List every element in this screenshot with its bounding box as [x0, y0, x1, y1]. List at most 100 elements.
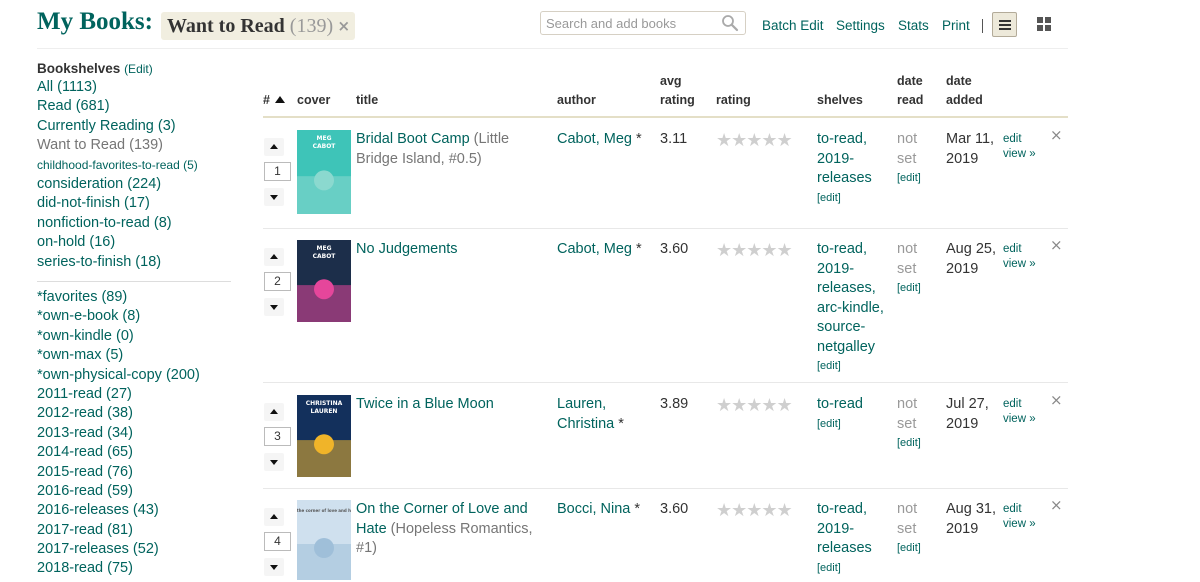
rating-stars[interactable]: ★★★★★	[716, 130, 793, 150]
book-author-link[interactable]: Bocci, Nina *	[557, 500, 652, 520]
sidebar-tag-shelf-3[interactable]: *own-max (5)	[37, 346, 200, 365]
view-review-link[interactable]: view »	[1003, 517, 1036, 532]
position-input[interactable]: 3	[264, 427, 291, 446]
col-header-shelves[interactable]: shelves	[817, 91, 863, 110]
col-header-author[interactable]: author	[557, 91, 596, 110]
edit-date-read-link[interactable]: [edit]	[897, 434, 931, 453]
sidebar-tag-shelf-12[interactable]: 2017-read (81)	[37, 521, 200, 540]
view-review-link[interactable]: view »	[1003, 147, 1036, 162]
shelves-link[interactable]: to-read, 2019-releases	[817, 130, 889, 189]
position-input[interactable]: 2	[264, 272, 291, 291]
move-up-button[interactable]	[264, 508, 284, 526]
shelves-cell: to-read, 2019-releases, arc-kindle, sour…	[817, 240, 889, 376]
edit-date-read-link[interactable]: [edit]	[897, 539, 931, 558]
sidebar-shelf-0[interactable]: All (1113)	[37, 78, 198, 97]
sidebar-shelf-5[interactable]: consideration (224)	[37, 175, 198, 194]
search-input[interactable]	[546, 14, 716, 32]
rating-stars[interactable]: ★★★★★	[716, 240, 793, 260]
book-title-link[interactable]: Twice in a Blue Moon	[356, 396, 494, 412]
book-author-link[interactable]: Lauren, Christina *	[557, 395, 652, 434]
sidebar-shelf-9[interactable]: series-to-finish (18)	[37, 253, 198, 272]
shelves-link[interactable]: to-read	[817, 395, 889, 415]
list-view-icon[interactable]	[992, 12, 1017, 37]
edit-shelves-link[interactable]: [edit]	[817, 189, 889, 208]
sidebar-shelf-7[interactable]: nonfiction-to-read (8)	[37, 214, 198, 233]
edit-date-read-link[interactable]: [edit]	[897, 279, 931, 298]
shelves-link[interactable]: to-read, 2019-releases, arc-kindle, sour…	[817, 240, 889, 357]
move-down-button[interactable]	[264, 453, 284, 471]
grid-view-icon[interactable]	[1037, 17, 1053, 33]
remove-book-icon[interactable]: ×	[1050, 236, 1063, 254]
book-cover-image[interactable]: CHRISTINALAURENTWICE IN A BLUE MOON	[297, 395, 351, 477]
edit-shelves-link[interactable]: [edit]	[817, 559, 889, 578]
sidebar-tag-shelf-5[interactable]: 2011-read (27)	[37, 385, 200, 404]
search-icon[interactable]	[721, 14, 739, 32]
rating-stars[interactable]: ★★★★★	[716, 500, 793, 520]
book-title-link[interactable]: No Judgements	[356, 241, 458, 257]
move-down-button[interactable]	[264, 298, 284, 316]
print-link[interactable]: Print	[942, 18, 970, 33]
position-input[interactable]: 4	[264, 532, 291, 551]
move-down-button[interactable]	[264, 558, 284, 576]
edit-review-link[interactable]: edit	[1003, 397, 1036, 412]
remove-book-icon[interactable]: ×	[1050, 496, 1063, 514]
sidebar-tag-shelf-6[interactable]: 2012-read (38)	[37, 404, 200, 423]
col-header-cover[interactable]: cover	[297, 91, 330, 110]
sidebar-shelf-4[interactable]: childhood-favorites-to-read (5)	[37, 156, 198, 175]
sidebar-tag-shelf-4[interactable]: *own-physical-copy (200)	[37, 366, 200, 385]
date-read-value: not set	[897, 131, 918, 167]
edit-shelves-link[interactable]: [edit]	[817, 357, 889, 376]
sidebar-tag-shelf-8[interactable]: 2014-read (65)	[37, 443, 200, 462]
col-header-date-read[interactable]: date read	[897, 72, 923, 110]
sidebar-shelf-3[interactable]: Want to Read (139)	[37, 136, 198, 155]
col-header-avg-rating[interactable]: avg rating	[660, 72, 695, 110]
page-title[interactable]: My Books:	[37, 8, 153, 36]
primary-shelf-list: All (1113) Read (681) Currently Reading (3…	[37, 78, 198, 272]
sidebar-shelf-2[interactable]: Currently Reading (3)	[37, 117, 198, 136]
book-author-link[interactable]: Cabot, Meg *	[557, 240, 652, 260]
col-header-date-added[interactable]: date added	[946, 72, 983, 110]
sort-asc-icon[interactable]	[275, 96, 286, 103]
edit-date-read-link[interactable]: [edit]	[897, 169, 931, 188]
col-header-position[interactable]: #	[263, 91, 286, 110]
sidebar-tag-shelf-11[interactable]: 2016-releases (43)	[37, 501, 200, 520]
sidebar-shelf-8[interactable]: on-hold (16)	[37, 233, 198, 252]
move-up-button[interactable]	[264, 403, 284, 421]
col-header-title[interactable]: title	[356, 91, 378, 110]
book-cover-image[interactable]: MEGCABOTBRIDAL BOOT CAMP	[297, 130, 351, 214]
book-author-link[interactable]: Cabot, Meg *	[557, 130, 652, 150]
sidebar-tag-shelf-9[interactable]: 2015-read (76)	[37, 463, 200, 482]
sidebar-tag-shelf-0[interactable]: *favorites (89)	[37, 288, 200, 307]
sidebar-shelf-6[interactable]: did-not-finish (17)	[37, 194, 198, 213]
edit-review-link[interactable]: edit	[1003, 242, 1036, 257]
shelves-link[interactable]: to-read, 2019-releases	[817, 500, 889, 559]
view-review-link[interactable]: view »	[1003, 412, 1036, 427]
sidebar-tag-shelf-14[interactable]: 2018-read (75)	[37, 559, 200, 578]
view-review-link[interactable]: view »	[1003, 257, 1036, 272]
rating-stars[interactable]: ★★★★★	[716, 395, 793, 415]
sidebar-tag-shelf-7[interactable]: 2013-read (34)	[37, 424, 200, 443]
move-up-button[interactable]	[264, 138, 284, 156]
sidebar-tag-shelf-13[interactable]: 2017-releases (52)	[37, 540, 200, 559]
book-cover-image[interactable]: MEGCABOTNO JUDGMENTS	[297, 240, 351, 322]
edit-shelves-link[interactable]: [edit]	[817, 415, 889, 434]
sidebar-tag-shelf-1[interactable]: *own-e-book (8)	[37, 307, 200, 326]
sidebar-shelf-1[interactable]: Read (681)	[37, 97, 198, 116]
sidebar-tag-shelf-2[interactable]: *own-kindle (0)	[37, 327, 200, 346]
position-input[interactable]: 1	[264, 162, 291, 181]
col-header-rating[interactable]: rating	[716, 91, 751, 110]
remove-filter-icon[interactable]: ×	[338, 12, 351, 40]
edit-bookshelves-link[interactable]: (Edit)	[124, 62, 153, 76]
book-cover-image[interactable]: on the corner of love and hate	[297, 500, 351, 580]
move-down-button[interactable]	[264, 188, 284, 206]
batch-edit-link[interactable]: Batch Edit	[762, 18, 824, 33]
move-up-button[interactable]	[264, 248, 284, 266]
stats-link[interactable]: Stats	[898, 18, 929, 33]
remove-book-icon[interactable]: ×	[1050, 391, 1063, 409]
edit-review-link[interactable]: edit	[1003, 132, 1036, 147]
sidebar-tag-shelf-10[interactable]: 2016-read (59)	[37, 482, 200, 501]
edit-review-link[interactable]: edit	[1003, 502, 1036, 517]
book-title-link[interactable]: Bridal Boot Camp	[356, 131, 470, 147]
remove-book-icon[interactable]: ×	[1050, 126, 1063, 144]
settings-link[interactable]: Settings	[836, 18, 885, 33]
